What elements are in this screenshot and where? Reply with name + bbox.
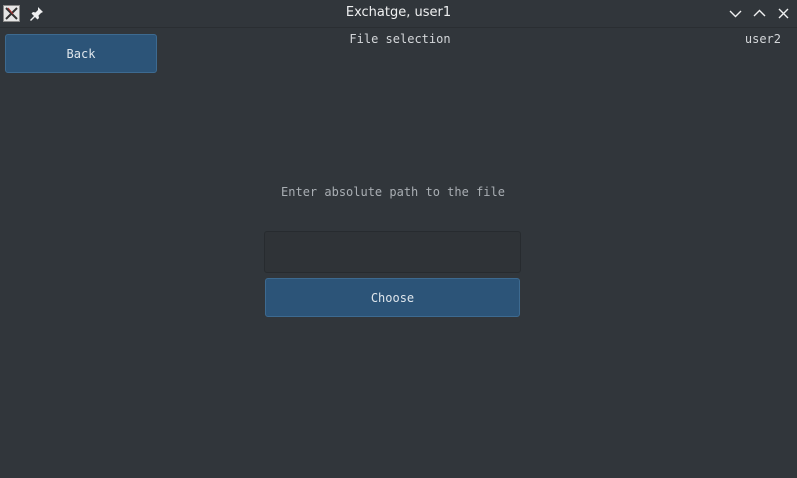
page-title: File selection bbox=[349, 32, 451, 46]
app-x-icon[interactable] bbox=[3, 5, 20, 22]
path-prompt-label: Enter absolute path to the file bbox=[281, 185, 505, 199]
close-icon[interactable] bbox=[775, 5, 792, 22]
user-label: user2 bbox=[744, 32, 781, 46]
pin-icon[interactable] bbox=[29, 6, 44, 21]
chevron-down-icon[interactable] bbox=[727, 5, 744, 22]
bottom-edge-artifact bbox=[0, 474, 160, 478]
app-window: Exchatge, user1 Back File selection user… bbox=[0, 0, 797, 478]
back-button[interactable]: Back bbox=[5, 34, 157, 73]
chevron-up-icon[interactable] bbox=[751, 5, 768, 22]
window-title: Exchatge, user1 bbox=[345, 5, 452, 20]
choose-button[interactable]: Choose bbox=[265, 278, 520, 317]
title-bar[interactable]: Exchatge, user1 bbox=[0, 0, 797, 28]
file-path-input[interactable] bbox=[264, 231, 521, 273]
